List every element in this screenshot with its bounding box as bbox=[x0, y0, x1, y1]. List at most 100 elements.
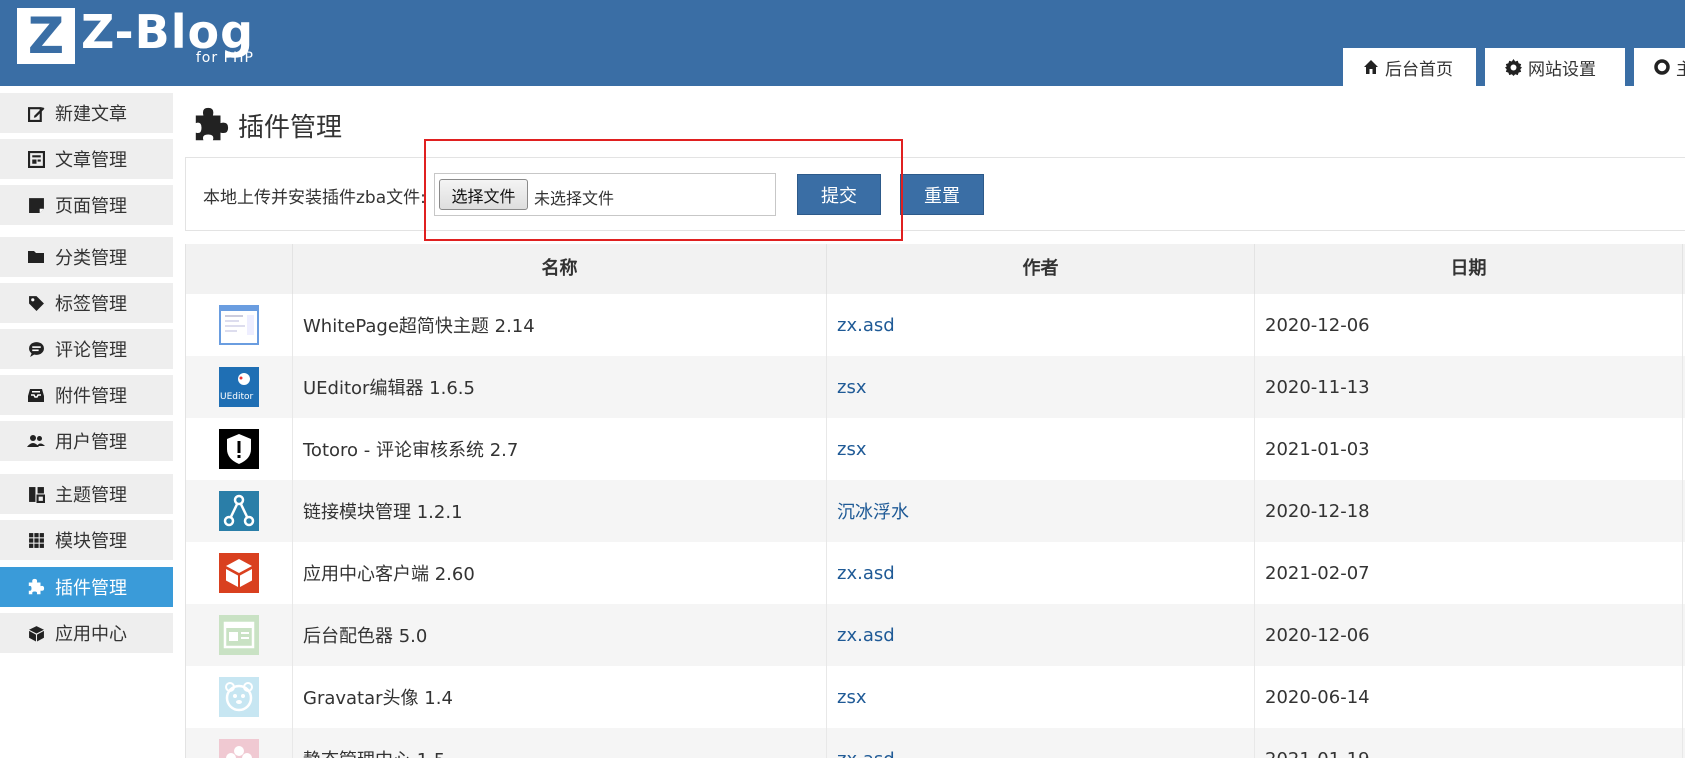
page-title-text: 插件管理 bbox=[238, 112, 343, 143]
plugin-author-link[interactable]: zsx bbox=[827, 418, 1255, 480]
ueditor-plugin-icon: UEditor bbox=[219, 367, 259, 407]
plugin-author-link[interactable]: zx.asd bbox=[827, 728, 1255, 758]
choose-file-button[interactable]: 选择文件 bbox=[439, 179, 528, 210]
plugin-name[interactable]: UEditor编辑器 1.6.5 bbox=[293, 356, 827, 418]
plugin-name[interactable]: Totoro - 评论审核系统 2.7 bbox=[293, 418, 827, 480]
sidebar-item-attachment-manage[interactable]: 附件管理 bbox=[0, 375, 173, 415]
link-module-icon bbox=[219, 491, 259, 531]
sidebar-item-user-manage[interactable]: 用户管理 bbox=[0, 421, 173, 461]
table-row: 链接模块管理 1.2.1 沉冰浮水 2020-12-18 bbox=[186, 480, 1685, 542]
tab-site-settings[interactable]: 网站设置 bbox=[1485, 48, 1625, 86]
sidebar-item-app-center[interactable]: 应用中心 bbox=[0, 613, 173, 653]
sidebar-item-article-manage[interactable]: 文章管理 bbox=[0, 139, 173, 179]
table-row: 后台配色器 5.0 zx.asd 2020-12-06 bbox=[186, 604, 1685, 666]
plugin-icon-cell bbox=[186, 666, 293, 728]
plugin-date: 2021-01-03 bbox=[1255, 418, 1683, 480]
sidebar-item-label: 评论管理 bbox=[55, 340, 127, 361]
plugin-date: 2020-06-14 bbox=[1255, 666, 1683, 728]
tab-dashboard-label: 后台首页 bbox=[1385, 59, 1453, 80]
puzzle-icon bbox=[26, 578, 46, 596]
logo-name: Z-Blog bbox=[81, 5, 254, 59]
top-tabs: 后台首页 网站设置 主题 bbox=[1343, 48, 1685, 86]
plugin-author-link[interactable]: zx.asd bbox=[827, 604, 1255, 666]
plugin-author-link[interactable]: zsx bbox=[827, 356, 1255, 418]
upload-label: 本地上传并安装插件zba文件: bbox=[203, 188, 426, 208]
table-row: 应用中心客户端 2.60 zx.asd 2021-02-07 bbox=[186, 542, 1685, 604]
plugin-icon-cell bbox=[186, 542, 293, 604]
table-row: Totoro - 评论审核系统 2.7 zsx 2021-01-03 bbox=[186, 418, 1685, 480]
sidebar-item-label: 页面管理 bbox=[55, 196, 127, 217]
tab-theme-label: 主题 bbox=[1676, 59, 1685, 80]
plugin-icon-cell bbox=[186, 418, 293, 480]
plugin-name[interactable]: 应用中心客户端 2.60 bbox=[293, 542, 827, 604]
plugin-author-link[interactable]: zx.asd bbox=[827, 542, 1255, 604]
header-author: 作者 bbox=[827, 244, 1255, 294]
logo-mark: Z bbox=[17, 8, 75, 64]
header-date: 日期 bbox=[1255, 244, 1683, 294]
tab-dashboard[interactable]: 后台首页 bbox=[1343, 48, 1476, 86]
sidebar-item-label: 新建文章 bbox=[55, 104, 127, 125]
header-name: 名称 bbox=[293, 244, 827, 294]
zblog-logo[interactable]: Z Z-Blog for PHP bbox=[17, 5, 254, 66]
plugin-date: 2020-11-13 bbox=[1255, 356, 1683, 418]
page-icon bbox=[26, 197, 46, 214]
sidebar-item-label: 标签管理 bbox=[55, 294, 127, 315]
plugin-date: 2020-12-18 bbox=[1255, 480, 1683, 542]
grid-icon bbox=[26, 532, 46, 549]
article-list-icon bbox=[26, 150, 46, 168]
table-row: WhitePage超简快主题 2.14 zx.asd 2020-12-06 bbox=[186, 294, 1685, 356]
table-row: UEditor UEditor编辑器 1.6.5 zsx 2020-11-13 bbox=[186, 356, 1685, 418]
plugin-name[interactable]: WhitePage超简快主题 2.14 bbox=[293, 294, 827, 356]
folder-icon bbox=[26, 249, 46, 265]
plugin-date: 2020-12-06 bbox=[1255, 604, 1683, 666]
header-bar: Z Z-Blog for PHP 后台首页 网站设置 主题 bbox=[0, 0, 1685, 86]
plugin-icon-cell bbox=[186, 728, 293, 758]
plugin-date: 2020-12-06 bbox=[1255, 294, 1683, 356]
puzzle-icon bbox=[192, 106, 230, 144]
sidebar-item-page-manage[interactable]: 页面管理 bbox=[0, 185, 173, 225]
gear-icon bbox=[1505, 58, 1522, 76]
ueditor-icon-text: UEditor bbox=[220, 392, 254, 402]
sidebar-item-plugin-manage[interactable]: 插件管理 bbox=[0, 567, 173, 607]
plugin-table: 名称 作者 日期 WhitePage超简快主题 2.14 zx.asd 2020… bbox=[185, 244, 1685, 758]
plugin-icon-cell: UEditor bbox=[186, 356, 293, 418]
sidebar-item-label: 文章管理 bbox=[55, 150, 127, 171]
sidebar-item-label: 分类管理 bbox=[55, 248, 127, 269]
submit-button[interactable]: 提交 bbox=[797, 174, 881, 215]
plugin-author-link[interactable]: zsx bbox=[827, 666, 1255, 728]
sidebar-item-comment-manage[interactable]: 评论管理 bbox=[0, 329, 173, 369]
sidebar-item-tag-manage[interactable]: 标签管理 bbox=[0, 283, 173, 323]
plugin-name[interactable]: 后台配色器 5.0 bbox=[293, 604, 827, 666]
plugin-date: 2021-01-19 bbox=[1255, 728, 1683, 758]
users-icon bbox=[26, 433, 46, 449]
sidebar-item-theme-manage[interactable]: 主题管理 bbox=[0, 474, 173, 514]
sidebar-item-label: 模块管理 bbox=[55, 531, 127, 552]
plugin-name[interactable]: 静态管理中心 1.5 bbox=[293, 728, 827, 758]
plugin-icon-cell bbox=[186, 294, 293, 356]
tab-theme[interactable]: 主题 bbox=[1634, 48, 1685, 86]
plugin-icon-cell bbox=[186, 480, 293, 542]
plugin-icon-cell bbox=[186, 604, 293, 666]
sidebar-item-category-manage[interactable]: 分类管理 bbox=[0, 237, 173, 277]
plugin-name[interactable]: Gravatar头像 1.4 bbox=[293, 666, 827, 728]
ring-icon bbox=[1654, 59, 1670, 75]
sidebar-item-module-manage[interactable]: 模块管理 bbox=[0, 520, 173, 560]
gravatar-icon bbox=[219, 677, 259, 717]
header-icon-column bbox=[186, 244, 293, 294]
static-manager-icon bbox=[219, 739, 259, 758]
app-center-icon bbox=[219, 553, 259, 593]
logo-subtitle: for PHP bbox=[195, 50, 254, 66]
plugin-author-link[interactable]: zx.asd bbox=[827, 294, 1255, 356]
tag-icon bbox=[26, 295, 46, 312]
reset-button[interactable]: 重置 bbox=[900, 174, 984, 215]
file-status-text: 未选择文件 bbox=[534, 189, 615, 208]
home-icon bbox=[1363, 59, 1379, 75]
layout-icon bbox=[26, 486, 46, 503]
whitepage-plugin-icon bbox=[219, 305, 259, 345]
plugin-name[interactable]: 链接模块管理 1.2.1 bbox=[293, 480, 827, 542]
comment-icon bbox=[26, 341, 46, 358]
inbox-icon bbox=[26, 387, 46, 403]
plugin-author-link[interactable]: 沉冰浮水 bbox=[827, 480, 1255, 542]
sidebar-item-label: 插件管理 bbox=[55, 578, 127, 599]
sidebar-item-new-article[interactable]: 新建文章 bbox=[0, 93, 173, 133]
